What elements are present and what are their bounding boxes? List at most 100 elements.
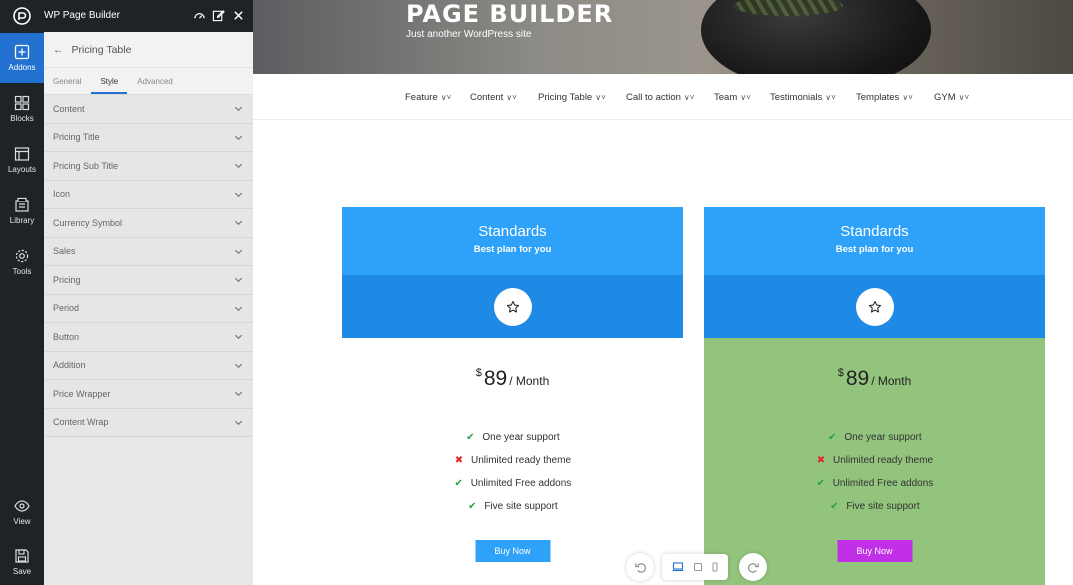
rail-label: Save — [12, 567, 32, 576]
redo-button[interactable] — [739, 553, 767, 581]
speedometer-icon[interactable] — [193, 9, 206, 22]
rail-addons[interactable]: Addons — [0, 33, 44, 83]
feature-text: Unlimited ready theme — [470, 455, 572, 466]
app-title: WP Page Builder — [44, 10, 120, 21]
feature-item: ✖ Unlimited ready theme — [342, 449, 683, 472]
chevron-down-icon — [234, 334, 243, 340]
feature-item: ✔ Unlimited Free addons — [342, 472, 683, 495]
nav-item[interactable]: Team ∨˅ — [714, 92, 751, 103]
chevron-down-icon — [234, 163, 243, 169]
site-title[interactable]: PAGE BUILDER — [406, 0, 613, 28]
nav-item[interactable]: Call to action ∨˅ — [626, 92, 694, 103]
logo-icon[interactable] — [0, 0, 44, 32]
left-rail: Addons Blocks Layouts Library Tools View… — [0, 0, 44, 585]
accordion-label: Button — [53, 331, 80, 342]
accordion-section[interactable]: Pricing — [44, 266, 253, 295]
feature-item: ✔ Five site support — [342, 495, 683, 518]
chevron-down-icon: ∨˅ — [595, 93, 606, 102]
card-body: $89/ Month ✔ One year support ✖ Unlimited r… — [342, 338, 683, 585]
accordion-section[interactable]: Button — [44, 323, 253, 352]
rail-tools[interactable]: Tools — [0, 237, 44, 287]
chevron-down-icon — [234, 391, 243, 397]
eye-icon — [14, 500, 30, 512]
edit-icon[interactable] — [212, 9, 225, 22]
accordion-section[interactable]: Pricing Title — [44, 123, 253, 152]
tab-style[interactable]: Style — [91, 77, 128, 94]
feature-text: Five site support — [484, 501, 558, 512]
chevron-down-icon — [234, 220, 243, 226]
check-icon: ✔ — [828, 432, 837, 443]
chevron-down-icon: ∨˅ — [740, 93, 751, 102]
panel-heading: Pricing Table — [71, 43, 132, 56]
plus-square-icon — [14, 44, 30, 60]
check-icon: ✔ — [816, 478, 825, 489]
desktop-icon[interactable] — [672, 562, 684, 572]
rail-layouts[interactable]: Layouts — [0, 135, 44, 185]
nav-item[interactable]: Templates ∨˅ — [856, 92, 913, 103]
check-icon: ✔ — [454, 478, 463, 489]
accordion-section[interactable]: Addition — [44, 351, 253, 380]
nav-item[interactable]: Content ∨˅ — [470, 92, 517, 103]
nav-item[interactable]: Feature ∨˅ — [405, 92, 451, 103]
accordion-section[interactable]: Price Wrapper — [44, 380, 253, 409]
plan-subtitle: Best plan for you — [473, 244, 552, 255]
accordion-label: Sales — [53, 246, 76, 257]
accordion-label: Pricing Sub Title — [53, 160, 119, 171]
back-arrow-icon[interactable]: ← — [53, 44, 64, 56]
close-icon[interactable] — [232, 9, 245, 22]
undo-button[interactable] — [626, 553, 654, 581]
gear-icon — [15, 249, 29, 263]
nav-item[interactable]: GYM ∨˅ — [934, 92, 969, 103]
feature-text: Unlimited Free addons — [832, 478, 934, 489]
rail-label: Library — [9, 216, 35, 225]
tab-advanced[interactable]: Advanced — [137, 77, 173, 94]
nav-item-label: GYM — [934, 92, 956, 103]
nav-item[interactable]: Testimonials ∨˅ — [770, 92, 836, 103]
panel-topbar: WP Page Builder — [44, 0, 253, 32]
tab-general[interactable]: General — [53, 77, 81, 94]
chevron-down-icon — [234, 135, 243, 140]
tablet-icon[interactable] — [693, 562, 703, 572]
feature-item: ✔ Unlimited Free addons — [704, 472, 1045, 495]
nav-item[interactable]: Pricing Table ∨˅ — [538, 92, 606, 103]
buy-now-button[interactable]: Buy Now — [475, 540, 550, 562]
redo-icon — [747, 562, 759, 573]
rail-blocks[interactable]: Blocks — [0, 84, 44, 134]
bottom-toolbar — [626, 553, 772, 581]
feature-list: ✔ One year support ✖ Unlimited ready theme ✔… — [704, 426, 1045, 518]
accordion-section[interactable]: Sales — [44, 237, 253, 266]
star-icon — [868, 300, 881, 313]
feature-item: ✖ Unlimited ready theme — [704, 449, 1045, 472]
accordion-section[interactable]: Period — [44, 294, 253, 323]
library-icon — [15, 197, 29, 212]
cross-icon: ✖ — [454, 455, 464, 466]
site-nav: Feature ∨˅ Content ∨˅ Pricing Table ∨˅ Call to… — [253, 74, 1073, 120]
rail-view[interactable]: View — [0, 487, 44, 537]
plan-name: Standards — [478, 223, 547, 240]
accordion-label: Price Wrapper — [53, 388, 111, 399]
feature-list: ✔ One year support ✖ Unlimited ready theme ✔… — [342, 426, 683, 518]
plan-name: Standards — [840, 223, 909, 240]
chevron-down-icon — [234, 106, 243, 112]
card-body: $89/ Month ✔ One year support ✖ Unlimited r… — [704, 338, 1045, 585]
mobile-icon[interactable] — [712, 562, 718, 572]
rail-save[interactable]: Save — [0, 537, 44, 585]
feature-text: Unlimited Free addons — [470, 478, 572, 489]
rail-library[interactable]: Library — [0, 186, 44, 236]
chevron-down-icon: ∨˅ — [902, 93, 913, 102]
accordion-section[interactable]: Pricing Sub Title — [44, 152, 253, 181]
accordion-section[interactable]: Currency Symbol — [44, 209, 253, 238]
icon-circle — [493, 287, 532, 326]
accordion-section[interactable]: Content Wrap — [44, 408, 253, 437]
site-header: PAGE BUILDER Just another WordPress site — [253, 0, 1073, 74]
panel-tabs: General Style Advanced — [44, 68, 253, 95]
pricing-card: Standards Best plan for you $89/ Month ✔… — [342, 207, 683, 585]
accordion-section[interactable]: Content — [44, 95, 253, 124]
chevron-down-icon: ∨˅ — [506, 93, 517, 102]
card-icon-band — [342, 275, 683, 338]
buy-now-button[interactable]: Buy Now — [837, 540, 912, 562]
panel-header: ← Pricing Table — [44, 32, 253, 68]
accordion-section[interactable]: Icon — [44, 180, 253, 209]
undo-icon — [634, 562, 646, 573]
check-icon: ✔ — [466, 432, 475, 443]
